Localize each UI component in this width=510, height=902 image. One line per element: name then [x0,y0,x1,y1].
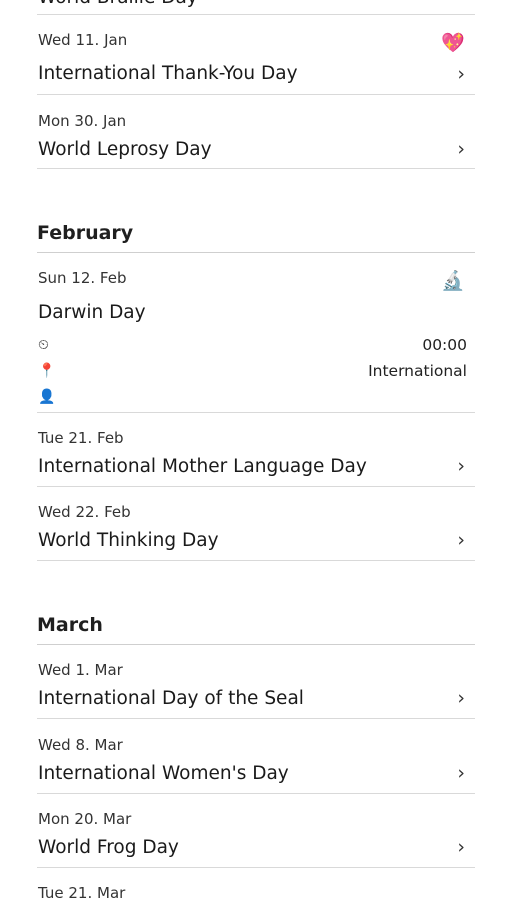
event-scope: International [368,362,467,380]
chevron-right-icon: › [457,455,465,477]
event-title: International Women's Day [38,763,289,784]
event-date: Wed 11. Jan [38,31,128,49]
event-title: World Braille Day [38,0,198,8]
event-title: International Thank-You Day [38,63,298,84]
event-date: Tue 21. Feb [38,429,124,447]
event-title: International Mother Language Day [38,456,367,477]
event-date: Mon 30. Jan [38,112,127,130]
event-time: 00:00 [422,336,467,354]
event-title: World Thinking Day [38,530,219,551]
heart-icon: 💖 [441,32,465,54]
event-title: World Frog Day [38,837,179,858]
event-date: Sun 12. Feb [38,269,127,287]
list-item[interactable]: Wed 1. Mar International Day of the Seal… [37,645,475,719]
person-icon: 👤 [38,389,56,405]
event-title: International Day of the Seal [38,688,304,709]
chevron-right-icon: › [457,529,465,551]
list-item-expanded[interactable]: Sun 12. Feb 🔬 Darwin Day ⏲ 00:00 📍 Inter… [37,253,475,413]
event-date: Tue 21. Mar [38,884,126,902]
chevron-right-icon: › [457,63,465,85]
pin-icon: 📍 [38,363,56,379]
event-date: Wed 1. Mar [38,661,123,679]
microscope-icon: 🔬 [441,270,465,292]
list-item[interactable]: Wed 22. Feb World Thinking Day › [37,487,475,561]
list-item[interactable]: Mon 30. Jan World Leprosy Day › [37,95,475,169]
clock-icon: ⏲ [38,337,49,353]
chevron-right-icon: › [457,687,465,709]
event-date: Mon 20. Mar [38,810,132,828]
chevron-right-icon: › [457,836,465,858]
event-title: Darwin Day [38,302,146,323]
list-item[interactable]: World Braille Day [37,0,475,15]
event-title: World Leprosy Day [38,139,212,160]
chevron-right-icon: › [457,138,465,160]
chevron-right-icon: › [457,762,465,784]
list-item[interactable]: Wed 11. Jan 💖 International Thank-You Da… [37,15,475,95]
list-item[interactable]: Mon 20. Mar World Frog Day › [37,794,475,868]
list-item[interactable]: Wed 8. Mar International Women's Day › [37,719,475,794]
event-date: Wed 22. Feb [38,503,131,521]
list-item[interactable]: Tue 21. Feb International Mother Languag… [37,413,475,487]
month-heading-february: February [37,222,475,253]
month-heading-march: March [37,614,475,645]
event-date: Wed 8. Mar [38,736,123,754]
list-item[interactable]: Tue 21. Mar [37,868,475,902]
